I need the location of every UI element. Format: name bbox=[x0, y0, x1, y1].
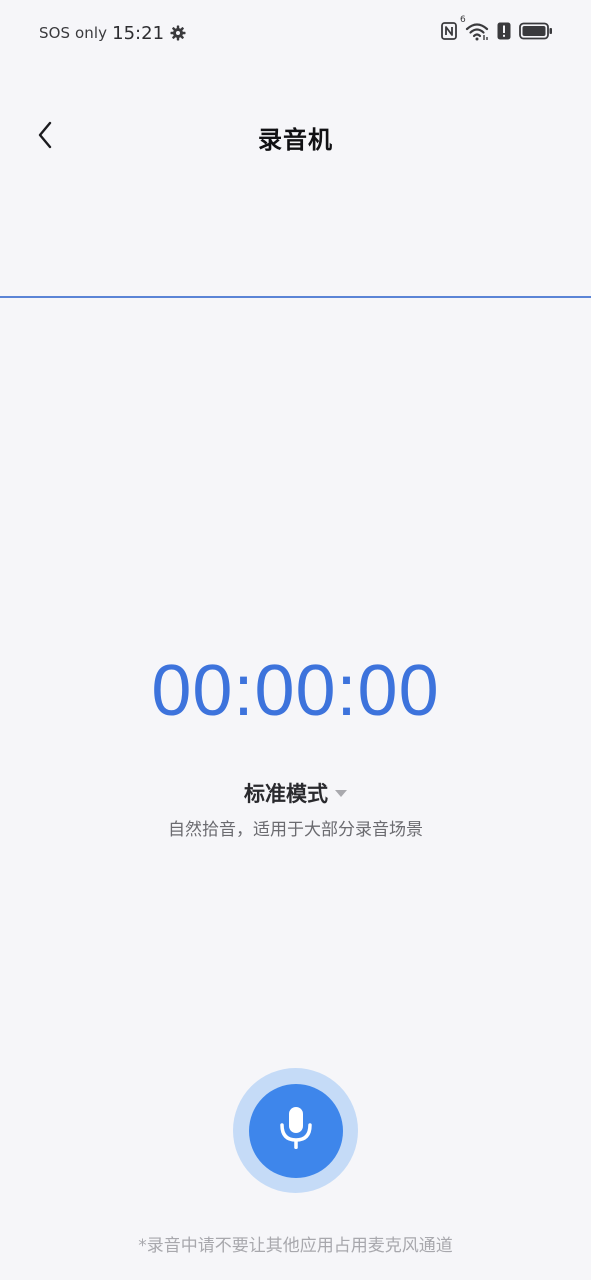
battery-icon bbox=[519, 22, 553, 44]
status-left: SOS only 15:21 bbox=[39, 20, 186, 46]
header-divider bbox=[0, 296, 591, 298]
wifi-icon: 6 bbox=[460, 15, 489, 45]
nfc-icon bbox=[441, 22, 457, 44]
mode-selector[interactable]: 标准模式 bbox=[0, 778, 591, 808]
carrier-text: SOS only bbox=[39, 24, 108, 42]
settings-gear-icon bbox=[170, 25, 186, 41]
microphone-icon bbox=[276, 1105, 316, 1157]
record-button[interactable] bbox=[233, 1068, 358, 1193]
clock-text: 15:21 bbox=[112, 22, 165, 44]
status-right: 6 bbox=[441, 15, 553, 46]
status-bar: SOS only 15:21 6 bbox=[0, 0, 591, 66]
record-button-core bbox=[248, 1083, 343, 1178]
network-type-label: 6 bbox=[460, 15, 466, 25]
page-title: 录音机 bbox=[258, 126, 333, 154]
recording-timer: 00:00:00 bbox=[151, 651, 440, 731]
dropdown-arrow-icon bbox=[335, 789, 347, 797]
mode-label: 标准模式 bbox=[244, 782, 328, 806]
footer-note: *录音中请不要让其他应用占用麦克风通道 bbox=[138, 1236, 453, 1256]
mode-description: 自然拾音，适用于大部分录音场景 bbox=[168, 820, 423, 840]
alert-icon bbox=[497, 22, 511, 44]
